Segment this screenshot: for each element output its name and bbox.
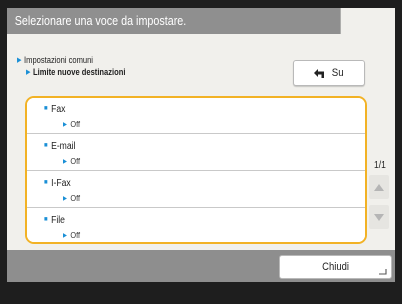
- bullet-icon: ■: [44, 142, 48, 149]
- bullet-icon: ■: [44, 179, 48, 186]
- list-item-value-text: Off: [70, 193, 81, 203]
- list-item-file[interactable]: ■ File ▶ Off: [27, 209, 365, 242]
- list-item-label: ■ I-Fax: [44, 178, 71, 189]
- breadcrumb-level-2: ▶ Limite nuove destinazioni: [26, 67, 125, 77]
- breadcrumb-level-1-label: Impostazioni comuni: [24, 55, 93, 65]
- value-arrow-icon: ▶: [63, 122, 67, 128]
- triangle-down-icon: [374, 213, 384, 221]
- list-item-name: Fax: [51, 104, 66, 115]
- list-item-label: ■ Fax: [44, 104, 65, 115]
- breadcrumb-arrow-icon: ▶: [17, 57, 22, 64]
- value-arrow-icon: ▶: [63, 196, 67, 202]
- value-arrow-icon: ▶: [63, 159, 67, 165]
- up-button-label: Su: [332, 67, 344, 79]
- page-indicator: 1/1: [374, 160, 386, 171]
- list-item-value-text: Off: [70, 119, 81, 129]
- list-item-value-text: Off: [70, 230, 81, 240]
- scroll-up-button[interactable]: [369, 175, 389, 199]
- destination-list: ■ Fax ▶ Off ■ E-mail ▶ Off ■ I-Fax ▶ Off ■ File…: [25, 96, 367, 244]
- list-item-value-text: Off: [70, 156, 81, 166]
- bullet-icon: ■: [44, 105, 48, 112]
- list-item-value: ▶ Off: [63, 193, 80, 203]
- dialog-footer: Chiudi: [7, 250, 395, 282]
- list-item-value: ▶ Off: [63, 156, 80, 166]
- bullet-icon: ■: [44, 216, 48, 223]
- close-button-label: Chiudi: [322, 261, 349, 273]
- list-item-fax[interactable]: ■ Fax ▶ Off: [27, 98, 365, 134]
- breadcrumb-arrow-icon: ▶: [26, 69, 31, 76]
- list-item-email[interactable]: ■ E-mail ▶ Off: [27, 135, 365, 171]
- list-item-label: ■ E-mail: [44, 141, 75, 152]
- settings-dialog: Selezionare una voce da impostare. ▶ Impo…: [7, 8, 395, 250]
- list-item-value: ▶ Off: [63, 119, 80, 129]
- close-button[interactable]: Chiudi: [279, 255, 392, 279]
- list-item-value: ▶ Off: [63, 230, 80, 240]
- up-arrow-icon: [314, 68, 325, 78]
- breadcrumb-level-2-label: Limite nuove destinazioni: [33, 67, 126, 77]
- list-item-label: ■ File: [44, 215, 65, 226]
- breadcrumb-level-1: ▶ Impostazioni comuni: [17, 55, 93, 65]
- list-item-name: I-Fax: [51, 178, 71, 189]
- list-item-name: E-mail: [51, 141, 76, 152]
- list-item-ifax[interactable]: ■ I-Fax ▶ Off: [27, 172, 365, 208]
- value-arrow-icon: ▶: [63, 233, 67, 239]
- corner-return-icon: [379, 269, 387, 275]
- list-item-name: File: [51, 215, 65, 226]
- up-button[interactable]: Su: [293, 60, 365, 86]
- triangle-up-icon: [374, 183, 384, 191]
- dialog-title: Selezionare una voce da impostare.: [7, 8, 341, 34]
- scroll-down-button[interactable]: [369, 205, 389, 229]
